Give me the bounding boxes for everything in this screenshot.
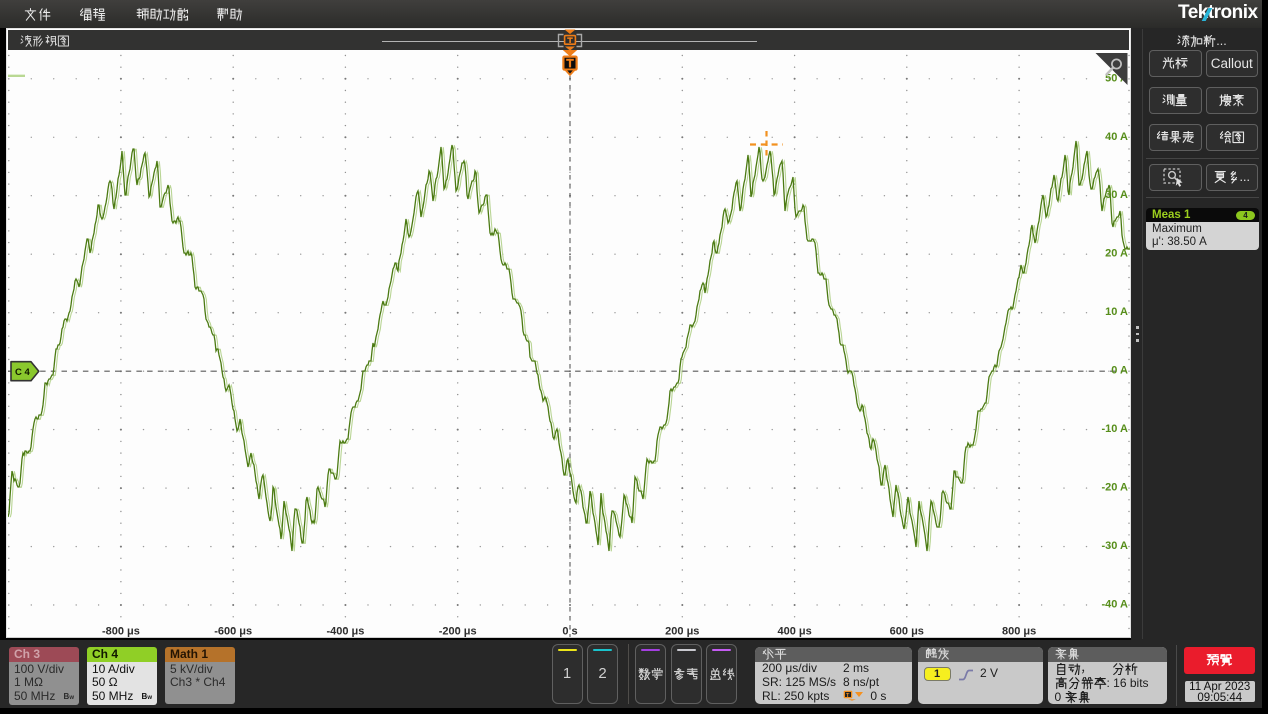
svg-text:0 s: 0 s [562,626,577,638]
svg-text:10 A: 10 A [1105,306,1128,318]
svg-text:-800 μs: -800 μs [102,626,140,638]
svg-text:0 A: 0 A [1111,365,1128,377]
svg-text:-400 μs: -400 μs [326,626,364,638]
svg-text:800 μs: 800 μs [1002,626,1036,638]
svg-text:30 A: 30 A [1105,189,1128,201]
svg-text:200 μs: 200 μs [665,626,699,638]
svg-text:-30 A: -30 A [1102,540,1129,552]
svg-text:-600 μs: -600 μs [214,626,252,638]
svg-text:-10 A: -10 A [1102,423,1129,435]
svg-text:40 A: 40 A [1105,131,1128,143]
svg-text:20 A: 20 A [1105,248,1128,260]
svg-text:400 μs: 400 μs [777,626,811,638]
svg-text:-40 A: -40 A [1102,599,1129,611]
svg-text:600 μs: 600 μs [890,626,924,638]
svg-text:-200 μs: -200 μs [439,626,477,638]
svg-text:C 4: C 4 [15,367,31,378]
svg-text:-20 A: -20 A [1102,482,1129,494]
